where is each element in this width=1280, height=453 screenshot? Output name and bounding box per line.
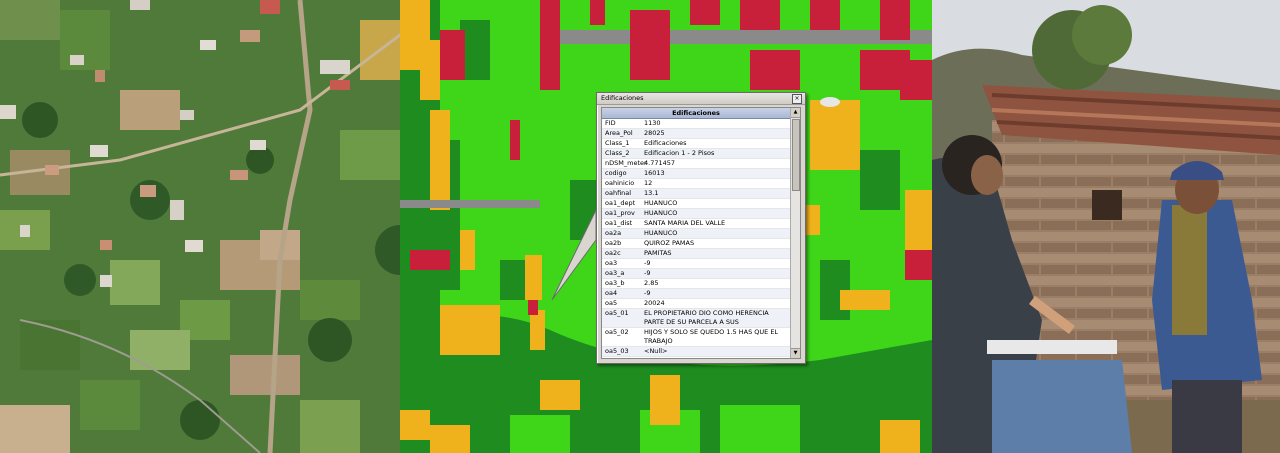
attribute-table: Edificaciones FID 1130 Area_Pol 28025 Class_…: [601, 107, 801, 359]
aerial-photo-panel: [0, 0, 465, 453]
field-value: 2.85: [644, 279, 659, 287]
field-value: HUANUCO: [644, 199, 678, 207]
table-row: oa5_02 HIJOS Y SOLO SE QUEDO 1.5 HAS QUE …: [602, 328, 790, 347]
popup-titlebar[interactable]: Edificaciones ×: [597, 93, 805, 105]
field-value: HUANUCO: [644, 209, 678, 217]
field-value: Edificaciones: [644, 139, 687, 147]
table-row: oahfinal 13.1: [602, 189, 790, 199]
field-value: QUIROZ PAMAS: [644, 239, 695, 247]
table-row: oa3 -9: [602, 259, 790, 269]
field-name: oa2c: [605, 249, 621, 257]
field-value: PAMITAS: [644, 249, 672, 257]
field-name: oa3_a: [605, 269, 625, 277]
field-name: oa1_dept: [605, 199, 636, 207]
field-name: oa3: [605, 259, 618, 267]
attribute-rows: FID 1130 Area_Pol 28025 Class_1 Edificaciones…: [602, 119, 790, 358]
field-name: oa4: [605, 289, 618, 297]
field-name: oa3_b: [605, 279, 625, 287]
table-row: nDSM_meter 4.771457: [602, 159, 790, 169]
field-value: SANTA MARIA DEL VALLE: [644, 219, 726, 227]
table-row: oa2a HUANUCO: [602, 229, 790, 239]
field-value: Edificacion 1 - 2 Pisos: [644, 149, 715, 157]
table-row: oa4 -9: [602, 289, 790, 299]
table-row: Area_Pol 28025: [602, 129, 790, 139]
table-row: oa3_b 2.85: [602, 279, 790, 289]
field-value: <Null>: [643, 357, 790, 358]
field-name: Class_1: [605, 139, 630, 147]
table-row: oa1_prov HUANUCO: [602, 209, 790, 219]
table-row: Class_1 Edificaciones: [602, 139, 790, 149]
field-value: 16013: [644, 169, 665, 177]
table-row: oa2b QUIROZ PAMAS: [602, 239, 790, 249]
scroll-down-button[interactable]: ▼: [791, 348, 800, 358]
table-row: oa3_a -9: [602, 269, 790, 279]
field-value: 20024: [644, 299, 665, 307]
table-row: oa5_04<Null>: [602, 357, 790, 358]
field-value: -9: [644, 289, 651, 297]
triangle-down-icon: ▼: [793, 350, 798, 356]
field-name: Area_Pol: [605, 129, 633, 137]
field-value: 13.1: [644, 189, 659, 197]
field-value: 4.771457: [644, 159, 676, 167]
field-value: <Null>: [644, 347, 668, 355]
field-value: 28025: [644, 129, 665, 137]
field-value: -9: [644, 259, 651, 267]
close-button[interactable]: ×: [792, 94, 802, 104]
field-value: EL PROPIETARIO DIO COMO HERENCIA PARTE D…: [644, 309, 769, 326]
attribute-popup[interactable]: Edificaciones × Edificaciones FID 1130 Are…: [596, 92, 806, 364]
table-row: oa5 20024: [602, 299, 790, 309]
table-row: Class_2 Edificacion 1 - 2 Pisos: [602, 149, 790, 159]
field-name: oahfinal: [605, 189, 632, 197]
field-value: HIJOS Y SOLO SE QUEDO 1.5 HAS QUE EL TRA…: [644, 328, 779, 345]
callout-pointer: [551, 209, 597, 301]
table-row: codigo 16013: [602, 169, 790, 179]
field-name: oa5_02: [605, 328, 629, 336]
field-name: oa1_prov: [605, 209, 635, 217]
field-name: FID: [605, 119, 616, 127]
field-name: oa5_03: [605, 347, 629, 355]
scroll-thumb[interactable]: [792, 119, 800, 191]
table-header: Edificaciones: [602, 108, 790, 119]
field-name: oa1_dist: [605, 219, 633, 227]
field-photo-panel: [932, 0, 1280, 453]
table-row: oa1_dist SANTA MARIA DEL VALLE: [602, 219, 790, 229]
triangle-up-icon: ▲: [793, 109, 798, 115]
field-name: nDSM_meter: [605, 159, 647, 167]
popup-window-title: Edificaciones: [601, 94, 644, 102]
scroll-up-button[interactable]: ▲: [791, 108, 800, 118]
table-row: oa2c PAMITAS: [602, 249, 790, 259]
field-value: 12: [644, 179, 653, 187]
table-row: oa5_01 EL PROPIETARIO DIO COMO HERENCIA P…: [602, 309, 790, 328]
aerial-photo: [0, 0, 465, 453]
field-name: oa5_01: [605, 309, 629, 317]
field-name: codigo: [605, 169, 627, 177]
field-value: 1130: [644, 119, 661, 127]
field-survey-photo: [932, 0, 1280, 453]
close-icon: ×: [794, 95, 800, 102]
table-row: oa5_03 <Null>: [602, 347, 790, 357]
field-value: HUANUCO: [644, 229, 678, 237]
table-row: FID 1130: [602, 119, 790, 129]
field-name: oa2b: [605, 239, 622, 247]
vertical-scrollbar[interactable]: ▲ ▼: [790, 108, 800, 358]
field-name: oa2a: [605, 229, 622, 237]
table-row: oahinicio 12: [602, 179, 790, 189]
table-row: oa1_dept HUANUCO: [602, 199, 790, 209]
field-name: oahinicio: [605, 179, 635, 187]
field-name: oa5: [605, 299, 618, 307]
field-name: Class_2: [605, 149, 630, 157]
field-name: oa5_04: [602, 357, 643, 358]
field-value: -9: [644, 269, 651, 277]
